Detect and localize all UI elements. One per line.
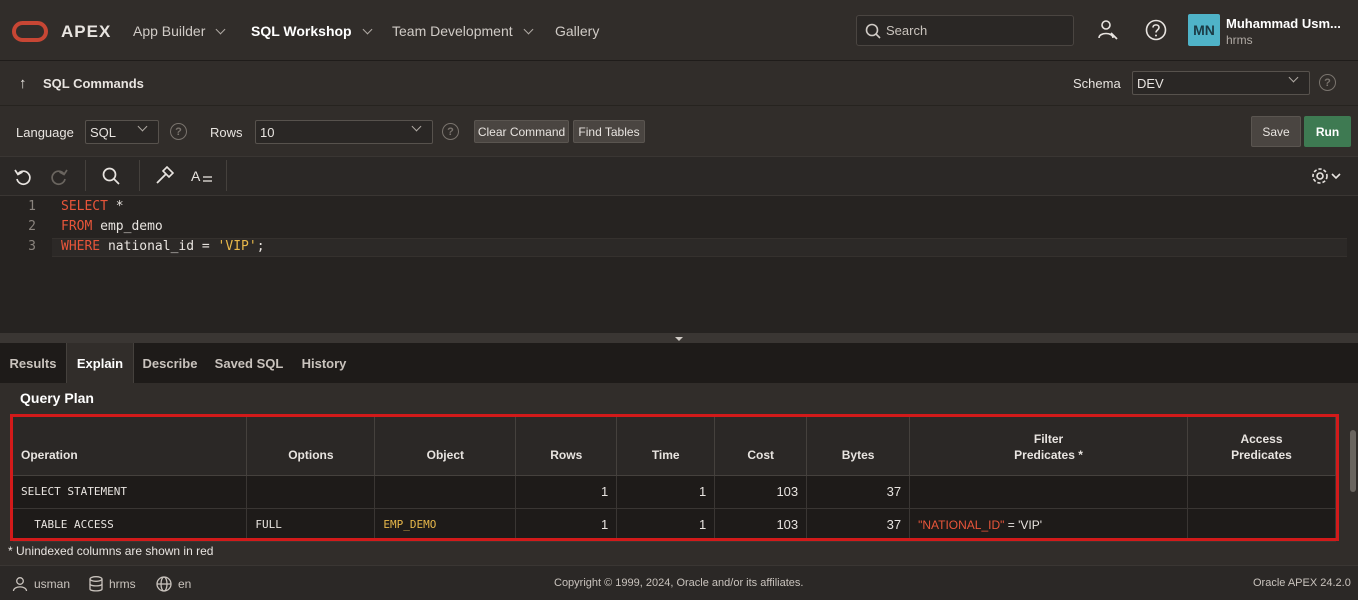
help-button[interactable]: [1144, 18, 1168, 42]
rows-value: 10: [260, 124, 275, 140]
code-line: WHERE national_id = 'VIP';: [61, 239, 265, 254]
nav-team-development-label: Team Development: [392, 23, 513, 39]
search-icon: [865, 23, 881, 39]
footer-language-label: en: [178, 577, 192, 591]
user-name[interactable]: Muhammad Usm...: [1226, 16, 1341, 31]
tab-describe[interactable]: Describe: [134, 343, 206, 383]
autocomplete-button[interactable]: A: [189, 164, 215, 188]
clear-command-button[interactable]: Clear Command: [474, 120, 569, 143]
rows-help-icon[interactable]: ?: [442, 123, 459, 140]
svg-text:A: A: [191, 168, 201, 184]
schema-value: DEV: [1137, 75, 1164, 91]
user-icon: [12, 577, 28, 592]
tab-results[interactable]: Results: [0, 343, 66, 383]
line-number: 2: [28, 219, 36, 234]
oracle-logo-icon[interactable]: [12, 21, 48, 42]
chevron-down-icon: [362, 24, 373, 34]
footer-workspace-label: hrms: [109, 577, 136, 591]
globe-icon: [156, 576, 172, 592]
tab-history[interactable]: History: [292, 343, 356, 383]
search-placeholder: Search: [886, 23, 928, 38]
nav-app-builder-label: App Builder: [133, 23, 206, 39]
sql-keyword: WHERE: [61, 239, 101, 254]
schema-help-icon[interactable]: ?: [1319, 74, 1336, 91]
nav-gallery[interactable]: Gallery: [555, 23, 599, 39]
highlight-box: [10, 414, 1339, 541]
collapse-arrow-icon[interactable]: [675, 337, 683, 341]
rows-select[interactable]: 10: [255, 120, 433, 144]
vertical-scrollbar[interactable]: [1350, 430, 1356, 492]
search-input[interactable]: Search: [856, 15, 1074, 46]
undo-icon: [14, 169, 31, 186]
toolbar-divider: [139, 160, 140, 191]
undo-button[interactable]: [11, 164, 35, 188]
person-wrench-icon: [1098, 20, 1118, 40]
find-tables-button[interactable]: Find Tables: [573, 120, 645, 143]
run-button[interactable]: Run: [1304, 116, 1351, 147]
schema-select[interactable]: DEV: [1132, 71, 1310, 95]
language-help-icon[interactable]: ?: [170, 123, 187, 140]
nav-sql-workshop-label: SQL Workshop: [251, 23, 352, 39]
help-icon: [1145, 19, 1167, 41]
chevron-down-icon: [1288, 72, 1299, 83]
chevron-down-icon: [215, 24, 226, 34]
sql-text: ;: [256, 239, 265, 254]
query-plan-title: Query Plan: [20, 390, 94, 406]
code-line: SELECT *: [61, 199, 124, 214]
sql-text: *: [107, 199, 124, 214]
tab-saved-sql[interactable]: Saved SQL: [206, 343, 292, 383]
sql-text: national_id =: [100, 239, 218, 254]
find-button[interactable]: [99, 164, 123, 188]
brand-name[interactable]: APEX: [61, 22, 111, 42]
format-button[interactable]: [152, 164, 176, 188]
footer-workspace[interactable]: hrms: [89, 576, 136, 592]
nav-gallery-label: Gallery: [555, 23, 600, 39]
sql-text: emp_demo: [92, 219, 163, 234]
toolbar-divider: [85, 160, 86, 191]
avatar[interactable]: MN: [1188, 14, 1220, 46]
gear-icon: [1312, 168, 1341, 184]
nav-team-development[interactable]: Team Development: [392, 23, 534, 39]
nav-sql-workshop[interactable]: SQL Workshop: [251, 23, 373, 39]
page-title: SQL Commands: [43, 76, 144, 91]
save-button[interactable]: Save: [1251, 116, 1301, 147]
sql-string: 'VIP': [217, 239, 257, 254]
footer-language[interactable]: en: [156, 576, 191, 592]
version-text: Oracle APEX 24.2.0: [1253, 577, 1351, 589]
text-size-icon: A: [191, 168, 212, 184]
unindexed-note: * Unindexed columns are shown in red: [8, 544, 214, 558]
command-toolbar: [0, 105, 1358, 156]
editor-settings-button[interactable]: [1310, 164, 1344, 188]
toolbar-divider: [226, 160, 227, 191]
line-number: 3: [28, 239, 36, 254]
rows-label: Rows: [210, 125, 243, 140]
line-number: 1: [28, 199, 36, 214]
footer-user[interactable]: usman: [12, 576, 70, 592]
sql-editor[interactable]: [0, 196, 1358, 333]
hammer-icon: [156, 166, 174, 184]
search-icon: [102, 167, 120, 185]
chevron-down-icon: [411, 121, 422, 132]
sql-keyword: SELECT: [61, 199, 108, 214]
redo-button[interactable]: [47, 164, 71, 188]
chevron-down-icon: [523, 24, 534, 34]
code-line: FROM emp_demo: [61, 219, 163, 234]
user-workspace: hrms: [1226, 33, 1253, 47]
language-select[interactable]: SQL: [85, 120, 159, 144]
copyright-text: Copyright © 1999, 2024, Oracle and/or it…: [554, 577, 804, 589]
schema-label: Schema: [1073, 76, 1121, 91]
language-value: SQL: [90, 124, 117, 140]
chevron-down-icon: [137, 121, 148, 132]
nav-app-builder[interactable]: App Builder: [133, 23, 226, 39]
footer-user-label: usman: [34, 577, 71, 591]
administration-button[interactable]: [1096, 18, 1120, 42]
sql-keyword: FROM: [61, 219, 93, 234]
redo-icon: [51, 169, 68, 186]
database-icon: [89, 576, 103, 592]
up-arrow-icon[interactable]: ↑: [19, 75, 27, 92]
tab-explain[interactable]: Explain: [66, 343, 134, 383]
language-label: Language: [16, 125, 74, 140]
